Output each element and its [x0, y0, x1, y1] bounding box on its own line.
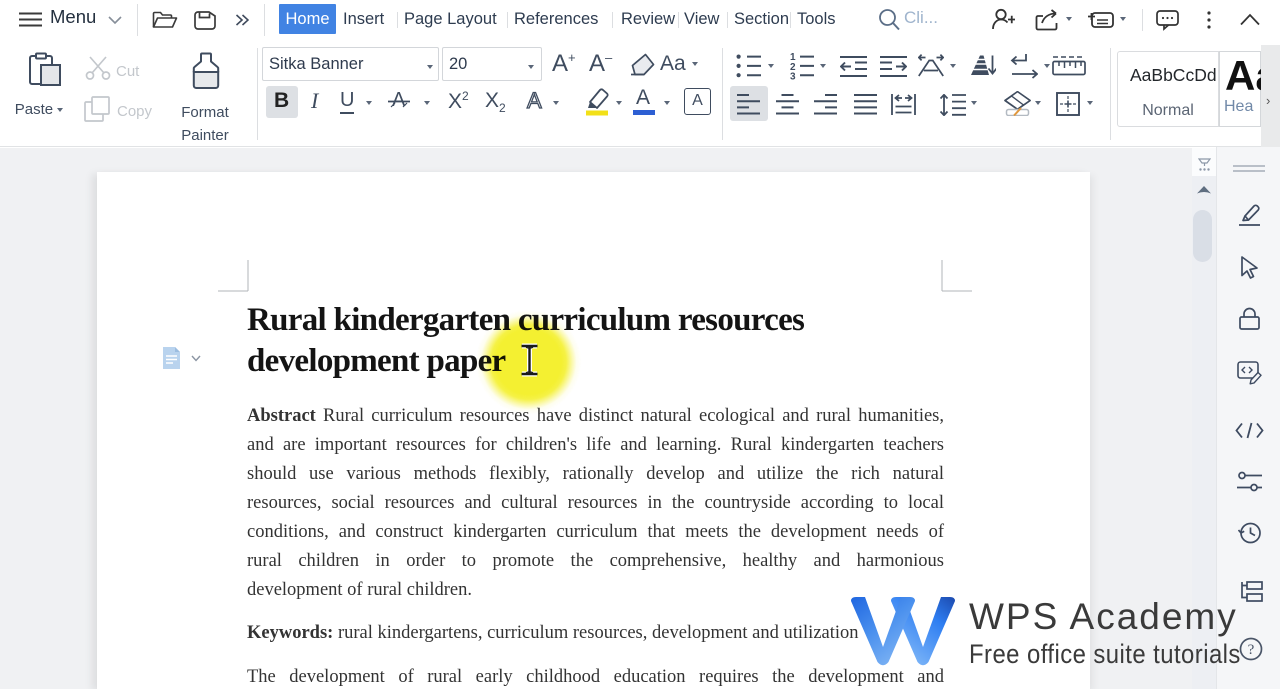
svg-text:3: 3	[790, 72, 796, 81]
